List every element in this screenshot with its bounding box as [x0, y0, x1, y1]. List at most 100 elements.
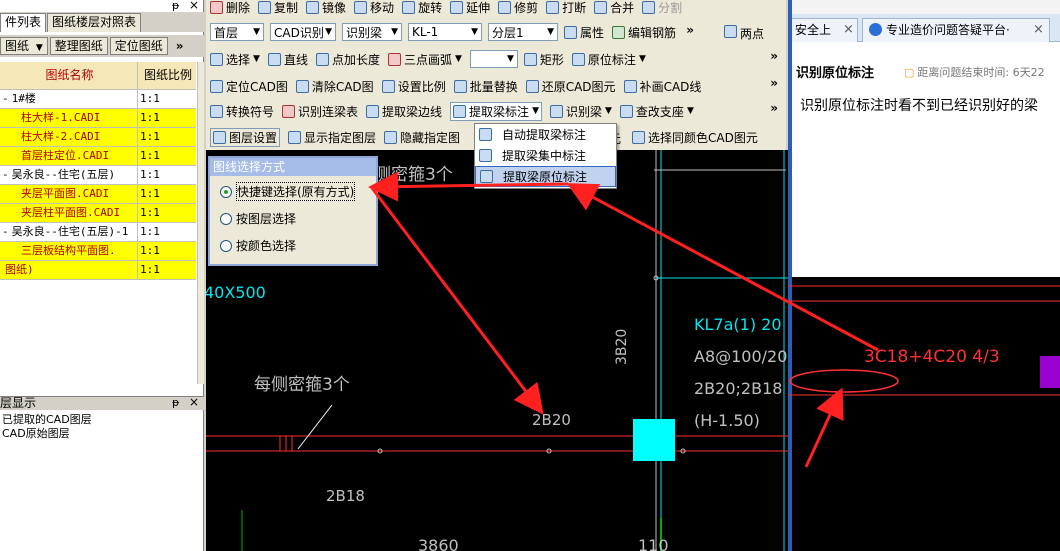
table-row[interactable]: - 吴永良--住宅(五层)-1 1:1	[0, 223, 196, 242]
layer-value: 分层1	[492, 25, 524, 40]
line-button[interactable]: 直线	[267, 51, 308, 68]
rectangle-button[interactable]: 矩形	[523, 51, 564, 68]
drawing-scale-cell: 1:1	[140, 244, 160, 257]
split-icon	[642, 0, 656, 14]
table-header: 图纸名称 图纸比例	[0, 62, 196, 90]
merge-button[interactable]: 合并	[594, 0, 634, 16]
drawing-dropdown[interactable]: 图纸 ▼	[0, 37, 48, 55]
selector-toolbar: 首层 ▼ CAD识别 ▼ 识别梁 ▼ KL-1 ▼ 分层1 ▼ 属性 编辑钢筋	[210, 22, 684, 42]
in-situ-icon	[571, 52, 585, 66]
properties-button[interactable]: 属性	[564, 24, 604, 41]
table-row[interactable]: - 吴永良--住宅(五层) 1:1	[0, 166, 196, 185]
close-icon[interactable]: ×	[189, 395, 199, 409]
restore-icon	[525, 79, 539, 93]
more-icon[interactable]: »	[770, 49, 778, 63]
table-row[interactable]: 柱大样-2.CADI 1:1	[0, 128, 196, 147]
break-label: 打断	[562, 0, 587, 15]
collapse-icon[interactable]: -	[2, 168, 9, 181]
mirror-button[interactable]: 镜像	[306, 0, 346, 16]
identify-link-beam-table-button[interactable]: 识别连梁表	[282, 103, 358, 120]
show-layer-button[interactable]: 显示指定图层	[288, 129, 376, 146]
option-shortcut[interactable]: 快捷键选择(原有方式)	[210, 178, 376, 205]
edit-rebar-button[interactable]: 编辑钢筋	[612, 24, 676, 41]
menu-item-extract-concentrated[interactable]: 提取梁集中标注	[475, 145, 616, 166]
redraw-cad-line-button[interactable]: 补画CAD线	[623, 78, 702, 95]
clear-cad-button[interactable]: 清除CAD图	[295, 78, 374, 95]
drawing-name: 图纸)	[5, 263, 34, 276]
split-button[interactable]: 分割	[642, 0, 682, 16]
option-by-color[interactable]: 按颜色选择	[210, 232, 376, 259]
pin-icon[interactable]: ᵽ	[172, 0, 179, 12]
pin-icon[interactable]: ᵽ	[172, 396, 179, 410]
table-row[interactable]: 首层柱定位.CADI 1:1	[0, 147, 196, 166]
locate-drawing-button[interactable]: 定位图纸	[109, 37, 168, 55]
copy-button[interactable]: 复制	[258, 0, 298, 16]
drawing-name: 吴永良--住宅(五层)-1	[11, 225, 129, 238]
radio-icon[interactable]	[220, 212, 232, 225]
tab-drawing-floor-map[interactable]: 图纸楼层对照表	[47, 13, 142, 32]
layer-select[interactable]: 分层1 ▼	[488, 23, 558, 41]
batch-replace-button[interactable]: 批量替换	[453, 78, 518, 95]
element-select[interactable]: 识别梁 ▼	[342, 23, 402, 41]
move-button[interactable]: 移动	[354, 0, 394, 16]
beam-edge-icon	[366, 104, 380, 118]
set-scale-button[interactable]: 设置比例	[381, 78, 446, 95]
extract-beam-edge-button[interactable]: 提取梁边线	[366, 103, 442, 120]
table-row[interactable]: 三层板结构平面图. 1:1	[0, 242, 196, 261]
floor-select[interactable]: 首层 ▼	[210, 23, 264, 41]
close-icon[interactable]: ×	[189, 0, 199, 11]
select-button[interactable]: 选择 ▼	[210, 51, 260, 68]
more-icon[interactable]: »	[686, 23, 694, 37]
collapse-icon[interactable]: -	[2, 225, 9, 238]
break-button[interactable]: 打断	[546, 0, 586, 16]
table-row[interactable]: 图纸) 1:1	[0, 261, 196, 280]
draw-option-select[interactable]: ▼	[469, 50, 518, 68]
two-point-button[interactable]: 两点	[724, 25, 764, 42]
extend-button[interactable]: 延伸	[450, 0, 490, 16]
table-row[interactable]: 夹层平面图.CADI 1:1	[0, 185, 196, 204]
extract-beam-label-button[interactable]: 提取梁标注 ▼	[450, 101, 542, 121]
more-icon[interactable]: »	[176, 39, 184, 53]
radio-icon[interactable]	[220, 185, 232, 198]
item-select[interactable]: KL-1 ▼	[408, 23, 482, 41]
redraw-cad-line-label: 补画CAD线	[639, 79, 702, 94]
layer-item-original[interactable]: CAD原始图层	[2, 427, 92, 441]
mode-select[interactable]: CAD识别 ▼	[270, 23, 336, 41]
point-length-label: 点加长度	[331, 52, 380, 67]
restore-cad-button[interactable]: 还原CAD图元	[525, 78, 616, 95]
delete-label: 删除	[226, 0, 251, 15]
radio-icon[interactable]	[220, 239, 232, 252]
layer-item-extracted[interactable]: 已提取的CAD图层	[2, 413, 92, 427]
select-same-color-button[interactable]: 选择同颜色CAD图元	[632, 129, 758, 146]
point-length-button[interactable]: 点加长度	[315, 51, 380, 68]
identify-beam-button[interactable]: 识别梁 ▼	[549, 103, 612, 120]
organize-drawings-button[interactable]: 整理图纸	[49, 37, 108, 55]
two-point-label: 两点	[740, 27, 765, 41]
check-support-button[interactable]: 查改支座 ▼	[619, 103, 694, 120]
in-situ-label-button[interactable]: 原位标注 ▼	[571, 51, 646, 68]
convert-symbol-button[interactable]: 转换符号	[210, 103, 274, 120]
locate-cad-button[interactable]: 定位CAD图	[210, 78, 288, 95]
more-icon[interactable]: »	[770, 76, 778, 90]
layer-settings-button[interactable]: 图层设置	[210, 127, 281, 147]
vertical-scrollbar[interactable]	[197, 62, 204, 384]
delete-button[interactable]: 删除	[210, 0, 250, 16]
drawing-name-cell: - 吴永良--住宅(五层)-1	[0, 223, 138, 241]
menu-item-extract-in-situ[interactable]: 提取梁原位标注	[475, 166, 616, 187]
table-row[interactable]: -1#楼 1:1	[0, 90, 196, 109]
rotate-button[interactable]: 旋转	[402, 0, 442, 16]
hide-layer-button[interactable]: 隐藏指定图	[384, 129, 460, 146]
tab-file-list[interactable]: 件列表	[0, 13, 47, 32]
table-row[interactable]: 柱大样-1.CADI 1:1	[0, 109, 196, 128]
collapse-icon[interactable]: -	[2, 92, 9, 105]
column-header-name[interactable]: 图纸名称	[0, 62, 138, 89]
menu-item-auto-extract[interactable]: 自动提取梁标注	[475, 124, 616, 145]
trim-button[interactable]: 修剪	[498, 0, 538, 16]
table-row[interactable]: 夹层柱平面图.CADI 1:1	[0, 204, 196, 223]
cad-text-a8: A8@100/20	[694, 347, 788, 366]
more-icon[interactable]: »	[770, 101, 778, 115]
column-header-scale[interactable]: 图纸比例	[138, 62, 196, 89]
option-by-layer[interactable]: 按图层选择	[210, 205, 376, 232]
arc-button[interactable]: 三点画弧 ▼	[387, 51, 462, 68]
drawing-name: 1#楼	[11, 92, 36, 105]
